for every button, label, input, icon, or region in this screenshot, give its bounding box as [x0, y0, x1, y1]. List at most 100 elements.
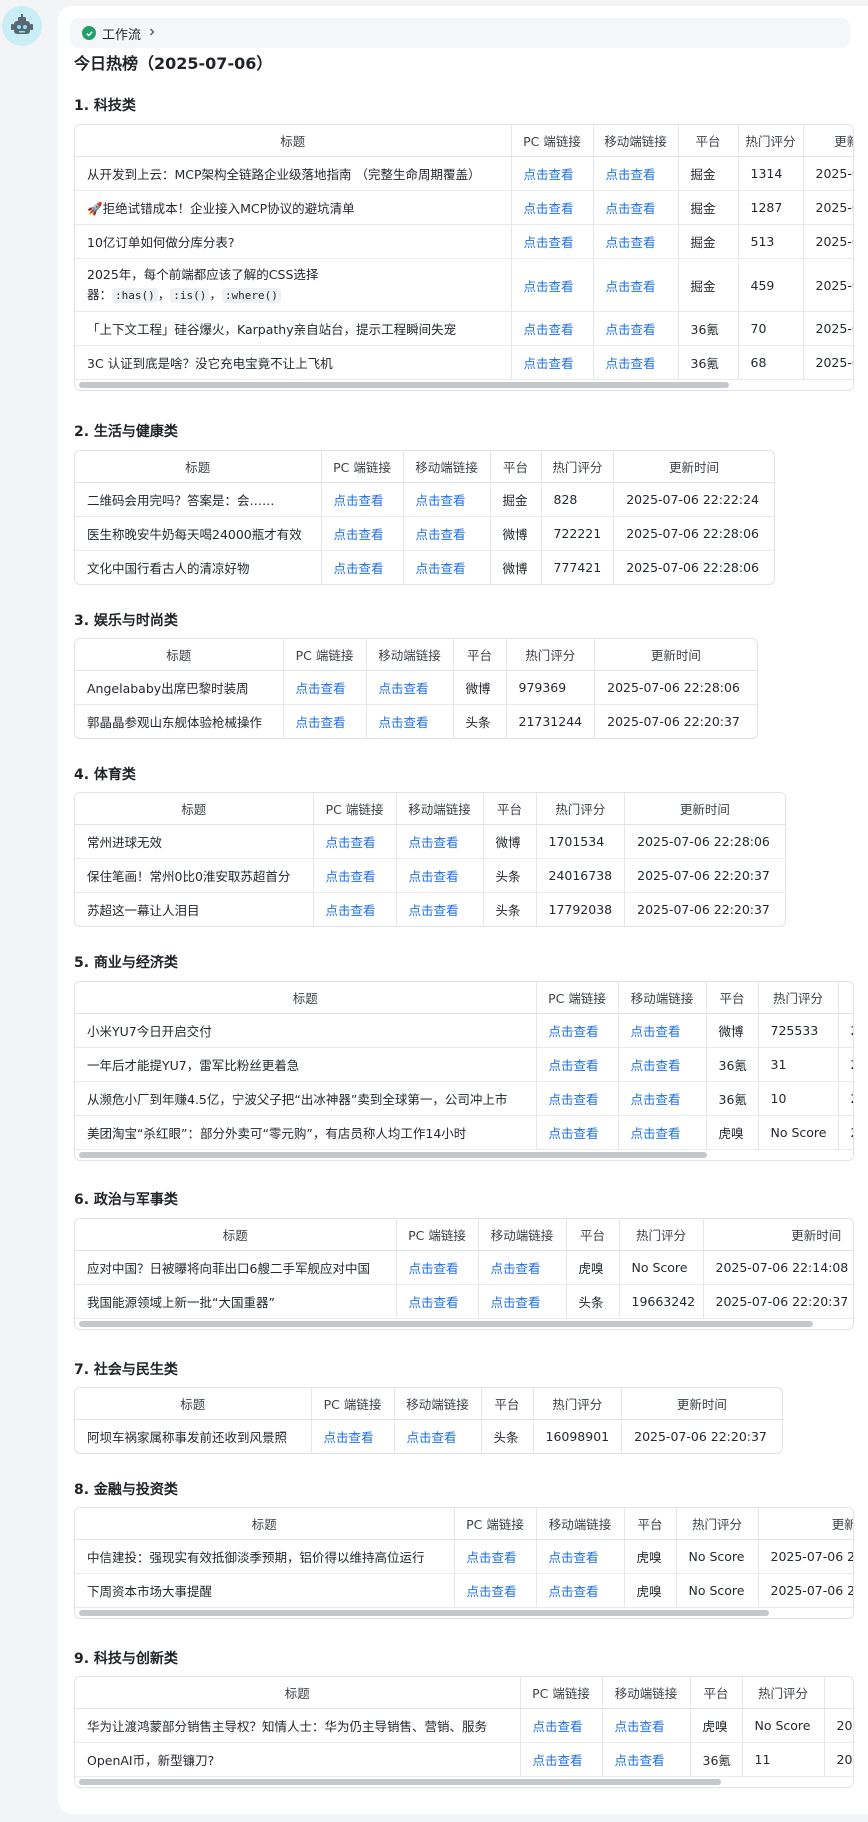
mobile-link[interactable]: 点击查看	[396, 892, 484, 926]
column-header[interactable]: 更新时间	[803, 125, 853, 157]
pc-link[interactable]: 点击查看	[511, 224, 594, 259]
mobile-link[interactable]: 点击查看	[478, 1284, 567, 1318]
column-header[interactable]: 热门评分	[738, 125, 804, 157]
pc-link[interactable]: 点击查看	[454, 1539, 537, 1574]
column-header[interactable]: 平台	[453, 639, 507, 671]
column-header[interactable]: 标题	[75, 125, 512, 157]
pc-link[interactable]: 点击查看	[283, 704, 367, 738]
column-header[interactable]: PC 端链接	[396, 1219, 479, 1251]
column-header[interactable]: 标题	[75, 451, 322, 483]
pc-link[interactable]: 点击查看	[396, 1250, 479, 1285]
pc-link[interactable]: 点击查看	[511, 156, 594, 191]
column-header[interactable]: 热门评分	[541, 451, 615, 483]
pc-link[interactable]: 点击查看	[536, 1047, 619, 1082]
mobile-link[interactable]: 点击查看	[618, 1081, 707, 1116]
column-header[interactable]: PC 端链接	[283, 639, 367, 671]
mobile-link[interactable]: 点击查看	[403, 550, 491, 584]
pc-link[interactable]: 点击查看	[511, 190, 594, 225]
column-header[interactable]: 标题	[75, 982, 537, 1014]
table-scroll-container[interactable]: 标题 PC 端链接 移动端链接 平台 热门评分 更新时间 小米YU7今日开启交付…	[74, 981, 854, 1161]
column-header[interactable]: 平台	[706, 982, 759, 1014]
pc-link[interactable]: 点击查看	[520, 1742, 603, 1776]
column-header[interactable]: 热门评分	[536, 793, 626, 825]
mobile-link[interactable]: 点击查看	[593, 345, 679, 379]
column-header[interactable]: 热门评分	[676, 1508, 759, 1540]
mobile-link[interactable]: 点击查看	[536, 1539, 625, 1574]
horizontal-scrollbar[interactable]	[75, 1776, 853, 1787]
mobile-link[interactable]: 点击查看	[593, 224, 679, 259]
column-header[interactable]: PC 端链接	[321, 451, 404, 483]
column-header[interactable]: 平台	[690, 1677, 743, 1709]
column-header[interactable]: 标题	[75, 793, 314, 825]
scrollbar-thumb[interactable]	[79, 1321, 813, 1327]
column-header[interactable]: 移动端链接	[602, 1677, 691, 1709]
pc-link[interactable]: 点击查看	[536, 1081, 619, 1116]
column-header[interactable]: 平台	[566, 1219, 620, 1251]
mobile-link[interactable]: 点击查看	[602, 1708, 691, 1743]
pc-link[interactable]: 点击查看	[313, 858, 397, 893]
column-header[interactable]: 平台	[624, 1508, 677, 1540]
mobile-link[interactable]: 点击查看	[403, 516, 491, 551]
column-header[interactable]: 更新时间	[594, 639, 757, 671]
column-header[interactable]: 标题	[75, 1508, 455, 1540]
column-header[interactable]: PC 端链接	[313, 793, 397, 825]
column-header[interactable]: PC 端链接	[311, 1388, 395, 1420]
mobile-link[interactable]: 点击查看	[366, 704, 454, 738]
scrollbar-thumb[interactable]	[79, 382, 729, 388]
column-header[interactable]: 更新时间	[758, 1508, 853, 1540]
column-header[interactable]: 热门评分	[506, 639, 596, 671]
pc-link[interactable]: 点击查看	[321, 516, 404, 551]
column-header[interactable]: 更新时间	[703, 1219, 853, 1251]
pc-link[interactable]: 点击查看	[313, 824, 397, 859]
mobile-link[interactable]: 点击查看	[403, 482, 491, 517]
pc-link[interactable]: 点击查看	[536, 1115, 619, 1149]
column-header[interactable]: 移动端链接	[593, 125, 679, 157]
pc-link[interactable]: 点击查看	[511, 345, 594, 379]
horizontal-scrollbar[interactable]	[75, 379, 853, 390]
column-header[interactable]: 移动端链接	[618, 982, 707, 1014]
column-header[interactable]: 标题	[75, 1677, 521, 1709]
mobile-link[interactable]: 点击查看	[593, 311, 679, 346]
pc-link[interactable]: 点击查看	[313, 892, 397, 926]
mobile-link[interactable]: 点击查看	[618, 1047, 707, 1082]
pc-link[interactable]: 点击查看	[283, 670, 367, 705]
mobile-link[interactable]: 点击查看	[593, 258, 679, 312]
scrollbar-thumb[interactable]	[79, 1152, 707, 1158]
column-header[interactable]: 平台	[483, 793, 537, 825]
horizontal-scrollbar[interactable]	[75, 1318, 853, 1329]
mobile-link[interactable]: 点击查看	[366, 670, 454, 705]
mobile-link[interactable]: 点击查看	[618, 1115, 707, 1149]
pc-link[interactable]: 点击查看	[511, 311, 594, 346]
column-header[interactable]: 热门评分	[742, 1677, 825, 1709]
table-scroll-container[interactable]: 标题 PC 端链接 移动端链接 平台 热门评分 更新时间 华为让渡鸿蒙部分销售主…	[74, 1676, 854, 1788]
table-scroll-container[interactable]: 标题 PC 端链接 移动端链接 平台 热门评分 更新时间 应对中国？日被曝将向菲…	[74, 1218, 854, 1330]
column-header[interactable]: 移动端链接	[536, 1508, 625, 1540]
mobile-link[interactable]: 点击查看	[396, 824, 484, 859]
pc-link[interactable]: 点击查看	[454, 1573, 537, 1607]
horizontal-scrollbar[interactable]	[75, 1607, 853, 1618]
column-header[interactable]: 标题	[75, 639, 284, 671]
column-header[interactable]: 移动端链接	[394, 1388, 482, 1420]
column-header[interactable]: 热门评分	[533, 1388, 623, 1420]
column-header[interactable]: 标题	[75, 1388, 312, 1420]
scrollbar-thumb[interactable]	[79, 1779, 721, 1785]
pc-link[interactable]: 点击查看	[311, 1419, 395, 1453]
column-header[interactable]: 移动端链接	[366, 639, 454, 671]
column-header[interactable]: 移动端链接	[396, 793, 484, 825]
table-scroll-container[interactable]: 标题 PC 端链接 移动端链接 平台 热门评分 更新时间 从开发到上云：MCP架…	[74, 124, 854, 391]
mobile-link[interactable]: 点击查看	[593, 190, 679, 225]
pc-link[interactable]: 点击查看	[520, 1708, 603, 1743]
column-header[interactable]: PC 端链接	[454, 1508, 537, 1540]
column-header[interactable]: PC 端链接	[520, 1677, 603, 1709]
column-header[interactable]: 更新时间	[621, 1388, 782, 1420]
scrollbar-thumb[interactable]	[79, 1610, 769, 1616]
column-header[interactable]: 平台	[678, 125, 739, 157]
mobile-link[interactable]: 点击查看	[536, 1573, 625, 1607]
column-header[interactable]: 热门评分	[758, 982, 839, 1014]
column-header[interactable]: 移动端链接	[403, 451, 491, 483]
column-header[interactable]: 平台	[490, 451, 542, 483]
column-header[interactable]: PC 端链接	[536, 982, 619, 1014]
mobile-link[interactable]: 点击查看	[602, 1742, 691, 1776]
pc-link[interactable]: 点击查看	[321, 550, 404, 584]
column-header[interactable]: PC 端链接	[511, 125, 594, 157]
